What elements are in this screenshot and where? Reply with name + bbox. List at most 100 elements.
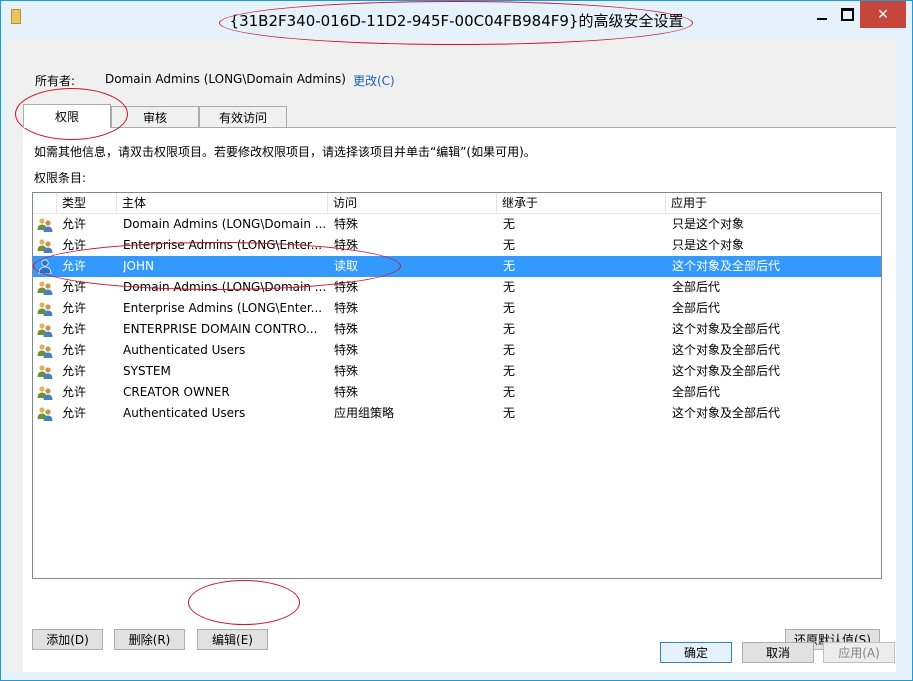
maximize-icon xyxy=(841,8,854,21)
group-users-icon xyxy=(37,385,53,400)
cell-inherited-from: 无 xyxy=(503,259,516,273)
cell-access: 应用组策略 xyxy=(334,406,395,420)
cancel-button[interactable]: 取消 xyxy=(742,642,814,663)
cell-inherited-from: 无 xyxy=(503,238,516,252)
cell-access: 读取 xyxy=(334,259,359,273)
cell-principal: Domain Admins (LONG\Domain ... xyxy=(123,280,327,294)
group-users-icon xyxy=(37,322,53,337)
cell-type: 允许 xyxy=(62,406,87,420)
change-owner-link[interactable]: 更改(C) xyxy=(353,72,395,89)
cell-type: 允许 xyxy=(62,301,87,315)
list-header: 类型 主体 访问 继承于 应用于 xyxy=(33,193,881,214)
table-row[interactable]: 允许 JOHN 读取 无 这个对象及全部后代 xyxy=(33,256,881,277)
cell-applies-to: 全部后代 xyxy=(672,301,721,315)
owner-value: Domain Admins (LONG\Domain Admins) xyxy=(105,72,346,86)
cell-access: 特殊 xyxy=(334,343,359,357)
cell-inherited-from: 无 xyxy=(503,280,516,294)
remove-button[interactable]: 删除(R) xyxy=(114,629,185,650)
cell-inherited-from: 无 xyxy=(503,406,516,420)
cell-access: 特殊 xyxy=(334,364,359,378)
cell-principal: SYSTEM xyxy=(123,364,171,378)
cell-inherited-from: 无 xyxy=(503,322,516,336)
cell-applies-to: 这个对象及全部后代 xyxy=(672,406,781,420)
table-row[interactable]: 允许 Authenticated Users 特殊 无 这个对象及全部后代 xyxy=(33,340,881,361)
group-users-icon xyxy=(37,280,53,295)
cell-inherited-from: 无 xyxy=(503,343,516,357)
cell-principal: CREATOR OWNER xyxy=(123,385,230,399)
info-text: 如需其他信息，请双击权限项目。若要修改权限项目，请选择该项目并单击“编辑”(如果… xyxy=(34,145,536,159)
title-bar[interactable]: {31B2F340-016D-11D2-945F-00C04FB984F9}的高… xyxy=(1,1,912,39)
window-title: {31B2F340-016D-11D2-945F-00C04FB984F9}的高… xyxy=(229,12,684,30)
minimize-button[interactable] xyxy=(808,1,835,28)
cell-principal: JOHN xyxy=(123,259,154,273)
cell-access: 特殊 xyxy=(334,217,359,231)
cell-access: 特殊 xyxy=(334,301,359,315)
cell-access: 特殊 xyxy=(334,280,359,294)
table-row[interactable]: 允许 Authenticated Users 应用组策略 无 这个对象及全部后代 xyxy=(33,403,881,424)
cell-type: 允许 xyxy=(62,385,87,399)
table-row[interactable]: 允许 Domain Admins (LONG\Domain ... 特殊 无 只是这个对… xyxy=(33,214,881,235)
cell-applies-to: 只是这个对象 xyxy=(672,238,745,252)
group-users-icon xyxy=(37,343,53,358)
cell-principal: Domain Admins (LONG\Domain ... xyxy=(123,217,327,231)
cell-applies-to: 全部后代 xyxy=(672,280,721,294)
group-users-icon xyxy=(37,364,53,379)
apply-button[interactable]: 应用(A) xyxy=(823,642,895,663)
group-users-icon xyxy=(37,217,53,232)
column-access[interactable]: 访问 xyxy=(328,193,497,213)
maximize-button[interactable] xyxy=(835,1,860,28)
table-row[interactable]: 允许 Domain Admins (LONG\Domain ... 特殊 无 全部后代 xyxy=(33,277,881,298)
user-icon xyxy=(37,259,53,275)
permission-entries-label: 权限条目: xyxy=(34,171,87,185)
cell-type: 允许 xyxy=(62,217,87,231)
column-applies-to[interactable]: 应用于 xyxy=(666,193,881,213)
cell-type: 允许 xyxy=(62,238,87,252)
column-icon xyxy=(33,193,57,213)
edit-button[interactable]: 编辑(E) xyxy=(197,629,268,650)
cell-principal: Authenticated Users xyxy=(123,406,246,420)
table-row[interactable]: 允许 SYSTEM 特殊 无 这个对象及全部后代 xyxy=(33,361,881,382)
cell-inherited-from: 无 xyxy=(503,301,516,315)
cell-principal: Authenticated Users xyxy=(123,343,246,357)
cell-type: 允许 xyxy=(62,364,87,378)
add-button[interactable]: 添加(D) xyxy=(32,629,103,650)
table-row[interactable]: 允许 CREATOR OWNER 特殊 无 全部后代 xyxy=(33,382,881,403)
table-row[interactable]: 允许 Enterprise Admins (LONG\Enter... 特殊 无 只是这… xyxy=(33,235,881,256)
close-button[interactable]: ✕ xyxy=(860,1,906,28)
dialog-content: 所有者: Domain Admins (LONG\Domain Admins) … xyxy=(8,39,896,672)
group-users-icon xyxy=(37,301,53,316)
tab-permissions[interactable]: 权限 xyxy=(23,104,111,128)
column-principal[interactable]: 主体 xyxy=(117,193,328,213)
group-users-icon xyxy=(37,406,53,421)
cell-type: 允许 xyxy=(62,343,87,357)
cell-applies-to: 全部后代 xyxy=(672,385,721,399)
cell-principal: Enterprise Admins (LONG\Enter... xyxy=(123,301,323,315)
cell-applies-to: 这个对象及全部后代 xyxy=(672,259,781,273)
cell-applies-to: 这个对象及全部后代 xyxy=(672,364,781,378)
cell-inherited-from: 无 xyxy=(503,364,516,378)
cell-inherited-from: 无 xyxy=(503,217,516,231)
cell-applies-to: 这个对象及全部后代 xyxy=(672,322,781,336)
cell-access: 特殊 xyxy=(334,238,359,252)
column-inherited-from[interactable]: 继承于 xyxy=(497,193,666,213)
cell-principal: ENTERPRISE DOMAIN CONTRO... xyxy=(123,322,318,336)
cell-type: 允许 xyxy=(62,259,87,273)
table-row[interactable]: 允许 Enterprise Admins (LONG\Enter... 特殊 无 全部后… xyxy=(33,298,881,319)
cell-inherited-from: 无 xyxy=(503,385,516,399)
close-icon: ✕ xyxy=(877,6,889,23)
dialog-window: {31B2F340-016D-11D2-945F-00C04FB984F9}的高… xyxy=(0,0,913,681)
ok-button[interactable]: 确定 xyxy=(660,642,732,663)
minimize-icon xyxy=(816,17,827,20)
cell-applies-to: 这个对象及全部后代 xyxy=(672,343,781,357)
cell-principal: Enterprise Admins (LONG\Enter... xyxy=(123,238,323,252)
permission-entries-list[interactable]: 类型 主体 访问 继承于 应用于 允许 Domain Admins (LONG\D… xyxy=(32,192,882,579)
column-type[interactable]: 类型 xyxy=(57,193,117,213)
cell-type: 允许 xyxy=(62,280,87,294)
table-row[interactable]: 允许 ENTERPRISE DOMAIN CONTRO... 特殊 无 这个对象及全部后… xyxy=(33,319,881,340)
cell-access: 特殊 xyxy=(334,322,359,336)
tab-auditing[interactable]: 审核 xyxy=(111,106,199,127)
tab-effective-access[interactable]: 有效访问 xyxy=(199,106,287,127)
group-users-icon xyxy=(37,238,53,253)
cell-applies-to: 只是这个对象 xyxy=(672,217,745,231)
cell-access: 特殊 xyxy=(334,385,359,399)
